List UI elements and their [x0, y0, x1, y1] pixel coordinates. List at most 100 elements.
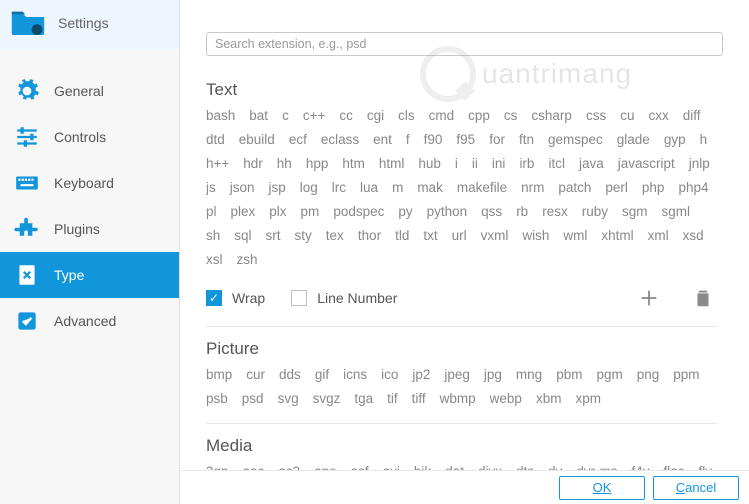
ext-item[interactable]: ico [381, 365, 398, 385]
ext-item[interactable]: gif [315, 365, 329, 385]
ext-item[interactable]: xhtml [601, 226, 633, 246]
ext-item[interactable]: psb [206, 389, 228, 409]
ext-item[interactable]: wish [522, 226, 549, 246]
ext-item[interactable]: vxml [481, 226, 509, 246]
ext-item[interactable]: cxx [648, 106, 668, 126]
ext-item[interactable]: eclass [321, 130, 359, 150]
ext-item[interactable]: svg [278, 389, 299, 409]
ext-item[interactable]: irb [519, 154, 534, 174]
sidebar-item-advanced[interactable]: Advanced [0, 298, 179, 344]
ext-item[interactable]: mng [516, 365, 542, 385]
ext-item[interactable]: json [230, 178, 255, 198]
ext-item[interactable]: f90 [424, 130, 443, 150]
sidebar-item-plugins[interactable]: Plugins [0, 206, 179, 252]
ext-item[interactable]: xpm [575, 389, 601, 409]
ext-item[interactable]: pbm [556, 365, 582, 385]
ext-item[interactable]: resx [542, 202, 568, 222]
add-button[interactable] [635, 284, 663, 312]
ext-item[interactable]: psd [242, 389, 264, 409]
ext-item[interactable]: ini [492, 154, 506, 174]
ext-item[interactable]: webp [490, 389, 522, 409]
ext-item[interactable]: tiff [412, 389, 426, 409]
ext-item[interactable]: patch [558, 178, 591, 198]
sidebar-item-type[interactable]: Type [0, 252, 179, 298]
ext-item[interactable]: tex [326, 226, 344, 246]
ext-item[interactable]: jnlp [689, 154, 710, 174]
ext-item[interactable]: cu [620, 106, 634, 126]
cancel-button[interactable]: Cancel [653, 476, 739, 500]
ext-item[interactable]: c++ [303, 106, 326, 126]
ext-item[interactable]: dtd [206, 130, 225, 150]
ext-item[interactable]: ii [472, 154, 478, 174]
ext-item[interactable]: glade [617, 130, 650, 150]
wrap-checkbox[interactable]: Wrap [206, 290, 265, 306]
ext-item[interactable]: pm [301, 202, 320, 222]
ext-item[interactable]: xml [648, 226, 669, 246]
ext-item[interactable]: html [379, 154, 405, 174]
ext-item[interactable]: hh [277, 154, 292, 174]
ext-item[interactable]: f [406, 130, 410, 150]
ext-item[interactable]: podspec [333, 202, 384, 222]
ext-item[interactable]: jsp [269, 178, 286, 198]
ext-item[interactable]: itcl [548, 154, 565, 174]
ext-item[interactable]: for [489, 130, 505, 150]
ext-item[interactable]: php4 [678, 178, 708, 198]
ok-button[interactable]: OK [559, 476, 645, 500]
ext-item[interactable]: cc [339, 106, 353, 126]
ext-item[interactable]: cgi [367, 106, 384, 126]
ext-item[interactable]: xsl [206, 250, 223, 270]
ext-item[interactable]: h [700, 130, 708, 150]
ext-item[interactable]: plx [269, 202, 286, 222]
sidebar-item-keyboard[interactable]: Keyboard [0, 160, 179, 206]
sidebar-item-controls[interactable]: Controls [0, 114, 179, 160]
ext-item[interactable]: makefile [457, 178, 507, 198]
ext-item[interactable]: gyp [664, 130, 686, 150]
ext-item[interactable]: hpp [306, 154, 329, 174]
ext-item[interactable]: zsh [237, 250, 258, 270]
ext-item[interactable]: gemspec [548, 130, 603, 150]
ext-item[interactable]: url [452, 226, 467, 246]
ext-item[interactable]: cpp [468, 106, 490, 126]
ext-item[interactable]: bat [249, 106, 268, 126]
ext-item[interactable]: php [642, 178, 665, 198]
ext-item[interactable]: sh [206, 226, 220, 246]
ext-item[interactable]: jp2 [412, 365, 430, 385]
ext-item[interactable]: rb [516, 202, 528, 222]
ext-item[interactable]: dds [279, 365, 301, 385]
ext-item[interactable]: xsd [683, 226, 704, 246]
ext-item[interactable]: txt [423, 226, 437, 246]
search-input[interactable] [206, 32, 723, 56]
ext-item[interactable]: jpeg [444, 365, 470, 385]
ext-item[interactable]: cmd [429, 106, 455, 126]
ext-item[interactable]: tif [387, 389, 398, 409]
ext-item[interactable]: diff [683, 106, 701, 126]
ext-item[interactable]: log [300, 178, 318, 198]
ext-item[interactable]: srt [266, 226, 281, 246]
ext-item[interactable]: bmp [206, 365, 232, 385]
ext-item[interactable]: ftn [519, 130, 534, 150]
ext-item[interactable]: css [586, 106, 606, 126]
ext-item[interactable]: xbm [536, 389, 562, 409]
ext-item[interactable]: java [579, 154, 604, 174]
ext-item[interactable]: svgz [313, 389, 341, 409]
ext-item[interactable]: cls [398, 106, 415, 126]
ext-item[interactable]: hdr [243, 154, 263, 174]
ext-item[interactable]: png [637, 365, 660, 385]
ext-item[interactable]: cs [504, 106, 518, 126]
ext-item[interactable]: bash [206, 106, 235, 126]
ext-item[interactable]: thor [358, 226, 381, 246]
ext-item[interactable]: m [392, 178, 403, 198]
content-scroll[interactable]: Text bashbatcc++cccgiclscmdcppcscsharpcs… [206, 68, 723, 504]
ext-item[interactable]: hub [418, 154, 441, 174]
ext-item[interactable]: htm [342, 154, 365, 174]
ext-item[interactable]: plex [231, 202, 256, 222]
ext-item[interactable]: i [455, 154, 458, 174]
ext-item[interactable]: wbmp [440, 389, 476, 409]
ext-item[interactable]: csharp [531, 106, 572, 126]
ext-item[interactable]: c [282, 106, 289, 126]
ext-item[interactable]: sql [234, 226, 251, 246]
ext-item[interactable]: python [427, 202, 468, 222]
ext-item[interactable]: ent [373, 130, 392, 150]
ext-item[interactable]: ebuild [239, 130, 275, 150]
ext-item[interactable]: jpg [484, 365, 502, 385]
